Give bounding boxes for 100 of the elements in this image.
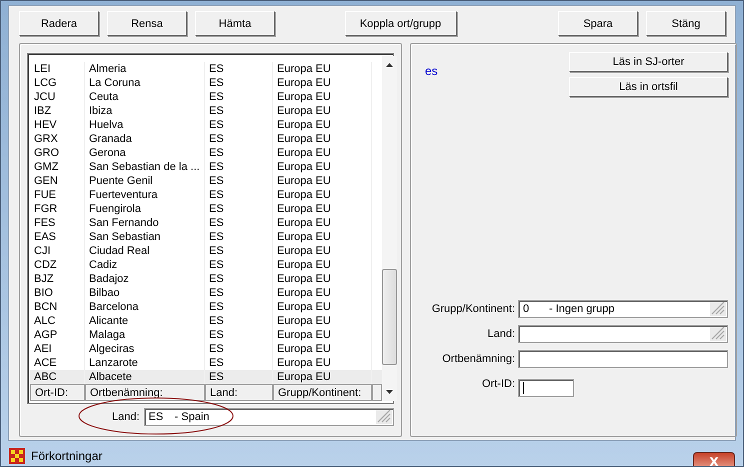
table-cell: Ceuta (85, 90, 205, 104)
table-cell: GRX (30, 132, 85, 146)
table-row[interactable]: AGP Malaga ES Europa EU (30, 328, 382, 342)
column-header[interactable]: Ortbenämning: (85, 384, 205, 401)
table-cell: ES (205, 258, 273, 272)
table-cell: Europa EU (273, 342, 372, 356)
table-cell: ES (205, 118, 273, 132)
table-cell: ES (205, 216, 273, 230)
table-row[interactable]: IBZ Ibiza ES Europa EU (30, 104, 382, 118)
table-cell: Bilbao (85, 286, 205, 300)
table-cell: LCG (30, 76, 85, 90)
input-field[interactable] (518, 350, 728, 368)
input-field[interactable] (518, 324, 728, 342)
field-label: Land: (486, 328, 515, 340)
table-row[interactable]: FES San Fernando ES Europa EU (30, 216, 382, 230)
scroll-up-arrow-icon[interactable] (386, 63, 393, 67)
table-row[interactable]: BJZ Badajoz ES Europa EU (30, 272, 382, 286)
table-cell: San Sebastian (85, 230, 205, 244)
resize-grip-icon (376, 410, 392, 424)
table-cell: Europa EU (273, 328, 372, 342)
load-button[interactable]: Läs in ortsfil (569, 77, 728, 97)
action-button[interactable]: Hämta (195, 11, 275, 36)
column-header-filler (372, 384, 382, 401)
table-row[interactable]: GRO Gerona ES Europa EU (30, 146, 382, 160)
table-cell: GRO (30, 146, 85, 160)
table-row[interactable]: FUE Fuerteventura ES Europa EU (30, 188, 382, 202)
table-row[interactable]: AEI Algeciras ES Europa EU (30, 342, 382, 356)
table-row[interactable]: ABC Albacete ES Europa EU (30, 370, 382, 384)
table-row[interactable]: GMZ San Sebastian de la ... ES Europa EU (30, 160, 382, 174)
table-cell: Europa EU (273, 314, 372, 328)
field-label: Ortbenämning: (441, 352, 515, 364)
table-cell: Alicante (85, 314, 205, 328)
table-cell: ES (205, 314, 273, 328)
table-row[interactable]: GEN Puente Genil ES Europa EU (30, 174, 382, 188)
column-header[interactable]: Land: (205, 384, 273, 401)
table-row[interactable]: EAS San Sebastian ES Europa EU (30, 230, 382, 244)
table-cell: Algeciras (85, 342, 205, 356)
table-row[interactable]: CDZ Cadiz ES Europa EU (30, 258, 382, 272)
input-field[interactable] (518, 378, 574, 396)
table-row[interactable]: ALC Alicante ES Europa EU (30, 314, 382, 328)
app-icon (9, 448, 25, 464)
table-cell: Malaga (85, 328, 205, 342)
table-cell: Huelva (85, 118, 205, 132)
column-header[interactable]: Grupp/Kontinent: (273, 384, 372, 401)
table-cell: Cadiz (85, 258, 205, 272)
table-cell: Fuengirola (85, 202, 205, 216)
table-cell: Ciudad Real (85, 244, 205, 258)
table-cell: ES (205, 132, 273, 146)
field-code: ES (148, 411, 164, 423)
window-title: Förkortningar (31, 448, 102, 462)
table-cell: ES (205, 328, 273, 342)
table-cell: LEI (30, 62, 85, 76)
table-cell: Europa EU (273, 62, 372, 76)
table-cell: Europa EU (273, 272, 372, 286)
action-button[interactable]: Koppla ort/grupp (344, 11, 456, 36)
table-row[interactable]: LEI Almeria ES Europa EU (30, 62, 382, 76)
table-cell: JCU (30, 90, 85, 104)
table-cell: BJZ (30, 272, 85, 286)
scroll-down-arrow-icon[interactable] (386, 390, 393, 394)
table-cell: GMZ (30, 160, 85, 174)
table-row[interactable]: BIO Bilbao ES Europa EU (30, 286, 382, 300)
resize-grip-icon (710, 326, 726, 340)
country-field[interactable]: ES - Spain (144, 408, 394, 426)
table-cell: ES (205, 90, 273, 104)
action-button[interactable]: Spara (558, 11, 638, 36)
field-label: Ort-ID: (481, 378, 515, 390)
field-label: Grupp/Kontinent: (430, 302, 515, 314)
table-cell: Ibiza (85, 104, 205, 118)
scrollbar-thumb[interactable] (382, 269, 397, 365)
table-cell: ES (205, 342, 273, 356)
table-row[interactable]: FGR Fuengirola ES Europa EU (30, 202, 382, 216)
table-cell: Fuerteventura (85, 188, 205, 202)
table-cell: San Sebastian de la ... (85, 160, 205, 174)
load-button[interactable]: Läs in SJ-orter (569, 52, 728, 72)
table-cell: GEN (30, 174, 85, 188)
field-value: - Ingen grupp (549, 302, 614, 314)
table-cell: Granada (85, 132, 205, 146)
column-header[interactable]: Ort-ID: (30, 384, 85, 401)
table-row[interactable]: LCG La Coruna ES Europa EU (30, 76, 382, 90)
table-cell: ES (205, 76, 273, 90)
table-cell: Europa EU (273, 244, 372, 258)
table-row[interactable]: HEV Huelva ES Europa EU (30, 118, 382, 132)
table-cell: FES (30, 216, 85, 230)
table-cell: ES (205, 272, 273, 286)
table-row[interactable]: BCN Barcelona ES Europa EU (30, 300, 382, 314)
action-button[interactable]: Rensa (107, 11, 187, 36)
table-row[interactable]: GRX Granada ES Europa EU (30, 132, 382, 146)
table-row[interactable]: CJI Ciudad Real ES Europa EU (30, 244, 382, 258)
action-button[interactable]: Stäng (646, 11, 726, 36)
table-cell: ES (205, 244, 273, 258)
input-field[interactable]: 0 - Ingen grupp (518, 300, 728, 318)
table-row[interactable]: JCU Ceuta ES Europa EU (30, 90, 382, 104)
country-code-text: es (425, 64, 438, 78)
scrollbar[interactable] (382, 56, 397, 401)
table-cell: IBZ (30, 104, 85, 118)
table-cell: ES (205, 62, 273, 76)
table-cell: Europa EU (273, 146, 372, 160)
action-button[interactable]: Radera (19, 11, 99, 36)
table-cell: Badajoz (85, 272, 205, 286)
table-cell: Europa EU (273, 132, 372, 146)
